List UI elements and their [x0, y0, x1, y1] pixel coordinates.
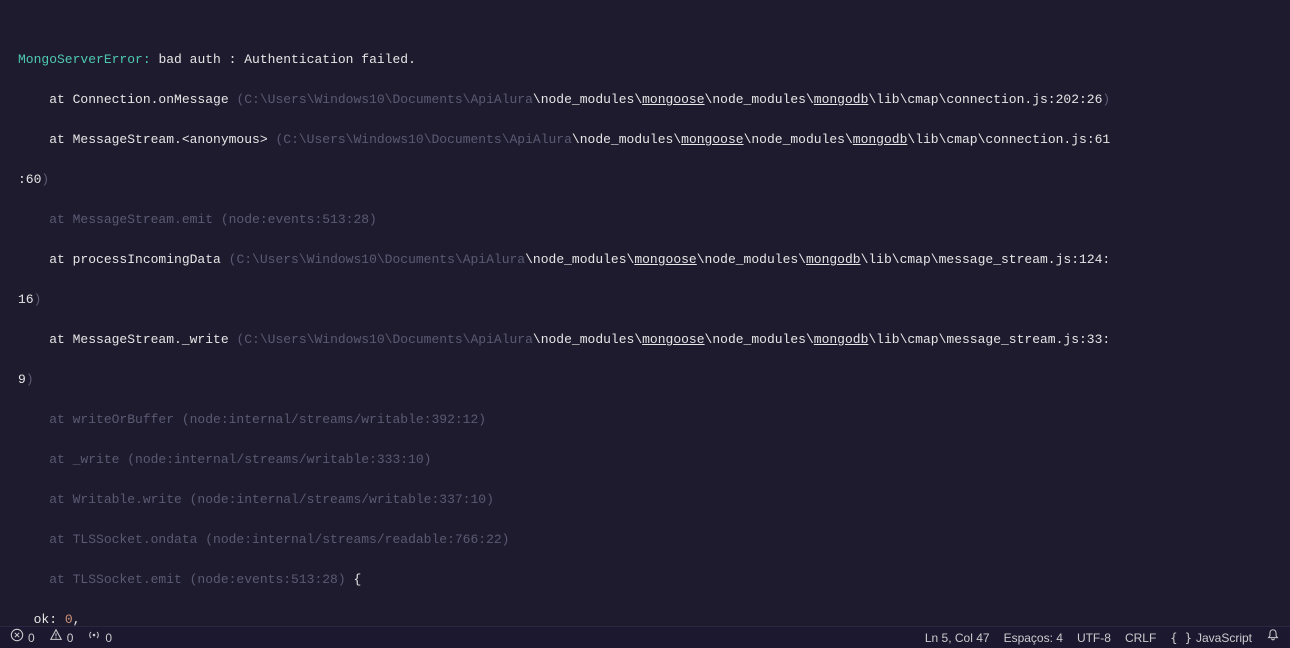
pkg-mongodb: mongodb: [806, 252, 861, 267]
path-end: \lib\cmap\connection.js:202:26: [868, 92, 1102, 107]
comma: ,: [73, 612, 81, 626]
paren: ): [41, 172, 49, 187]
error-icon: [10, 628, 24, 648]
path-seg: \node_modules\: [533, 332, 642, 347]
pkg-mongodb: mongodb: [814, 332, 869, 347]
obj-val: 0: [65, 612, 73, 626]
stack-line: at TLSSocket.ondata (node:internal/strea…: [18, 532, 509, 547]
at-prefix: at: [18, 252, 73, 267]
ports-status[interactable]: 0: [87, 628, 112, 648]
path-dim: C:\Users\Windows10\Documents\ApiAlura: [283, 132, 572, 147]
path-seg: \node_modules\: [705, 332, 814, 347]
pkg-mongodb: mongodb: [814, 92, 869, 107]
pkg-mongoose: mongoose: [681, 132, 743, 147]
path-seg: \node_modules\: [572, 132, 681, 147]
path-seg: \node_modules\: [525, 252, 634, 267]
fn-name: Connection.onMessage: [73, 92, 237, 107]
fn-name: MessageStream._write: [73, 332, 237, 347]
warning-icon: [49, 628, 63, 648]
problems-errors[interactable]: 0: [10, 628, 35, 648]
notifications-button[interactable]: [1266, 628, 1280, 648]
path-seg: \node_modules\: [744, 132, 853, 147]
error-message: bad auth : Authentication failed.: [158, 52, 415, 67]
error-type: MongoServerError:: [18, 52, 158, 67]
line-col: :60: [18, 172, 41, 187]
eol[interactable]: CRLF: [1125, 628, 1156, 648]
indentation[interactable]: Espaços: 4: [1004, 628, 1063, 648]
cursor-position[interactable]: Ln 5, Col 47: [925, 628, 990, 648]
pkg-mongodb: mongodb: [853, 132, 908, 147]
path-end: \lib\cmap\connection.js:61: [907, 132, 1110, 147]
paren: ): [1102, 92, 1110, 107]
bell-icon: [1266, 628, 1280, 648]
path-dim: C:\Users\Windows10\Documents\ApiAlura: [244, 332, 533, 347]
line-col: 9: [18, 372, 26, 387]
stack-line: at TLSSocket.emit (node:events:513:28): [18, 572, 353, 587]
error-count: 0: [28, 628, 35, 648]
problems-warnings[interactable]: 0: [49, 628, 74, 648]
fn-name: MessageStream.<anonymous>: [73, 132, 276, 147]
broadcast-icon: [87, 628, 101, 648]
at-prefix: at: [18, 92, 73, 107]
port-count: 0: [105, 628, 112, 648]
stack-line: at MessageStream.emit (node:events:513:2…: [18, 212, 377, 227]
warning-count: 0: [67, 628, 74, 648]
status-bar: 0 0 0 Ln 5, Col 47 Espaços: 4 UTF-8 CRLF…: [0, 626, 1290, 648]
stack-line: at _write (node:internal/streams/writabl…: [18, 452, 431, 467]
pkg-mongoose: mongoose: [642, 92, 704, 107]
terminal-output[interactable]: MongoServerError: bad auth : Authenticat…: [0, 0, 1290, 626]
line-col: 16: [18, 292, 34, 307]
path-seg: \node_modules\: [533, 92, 642, 107]
at-prefix: at: [18, 132, 73, 147]
stack-line: at Writable.write (node:internal/streams…: [18, 492, 494, 507]
paren: ): [26, 372, 34, 387]
at-prefix: at: [18, 332, 73, 347]
path-seg: \node_modules\: [697, 252, 806, 267]
path-dim: C:\Users\Windows10\Documents\ApiAlura: [244, 92, 533, 107]
path-seg: \node_modules\: [705, 92, 814, 107]
language-mode[interactable]: { } JavaScript: [1170, 628, 1252, 648]
obj-key: ok:: [18, 612, 65, 626]
path-end: \lib\cmap\message_stream.js:124:: [861, 252, 1111, 267]
fn-name: processIncomingData: [73, 252, 229, 267]
stack-line: at writeOrBuffer (node:internal/streams/…: [18, 412, 486, 427]
path-dim: C:\Users\Windows10\Documents\ApiAlura: [236, 252, 525, 267]
paren: ): [34, 292, 42, 307]
path-end: \lib\cmap\message_stream.js:33:: [868, 332, 1110, 347]
brace: {: [353, 572, 361, 587]
pkg-mongoose: mongoose: [634, 252, 696, 267]
encoding[interactable]: UTF-8: [1077, 628, 1111, 648]
pkg-mongoose: mongoose: [642, 332, 704, 347]
braces-icon: { }: [1170, 628, 1192, 648]
